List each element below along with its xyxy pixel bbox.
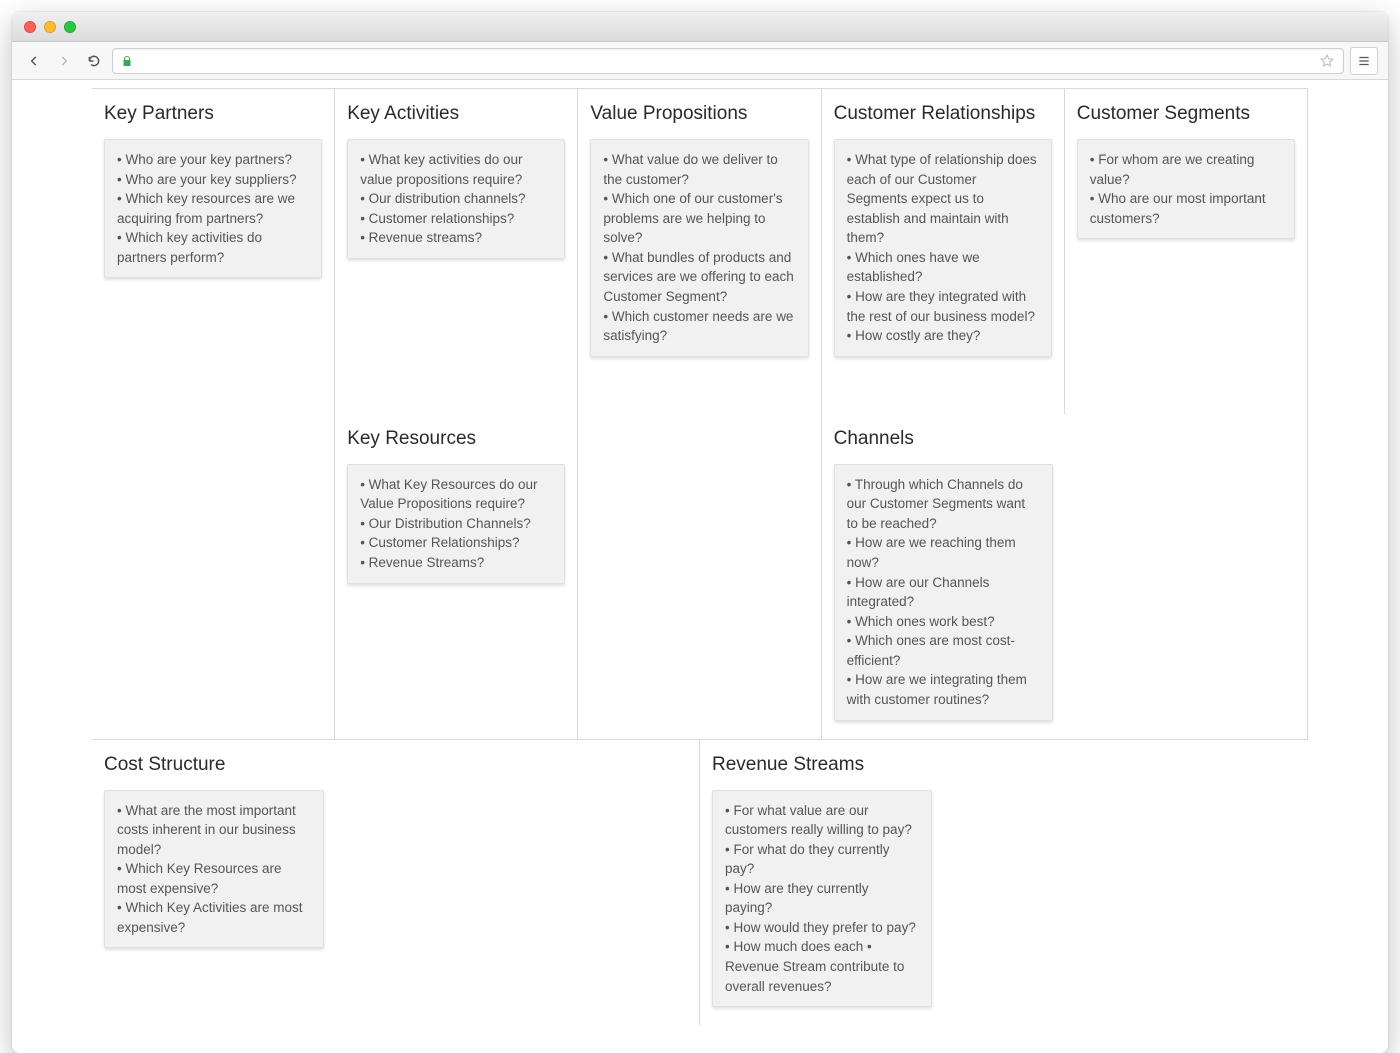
- card-cost-structure[interactable]: • What are the most important costs inhe…: [104, 790, 324, 949]
- card-line: • Our Distribution Channels?: [360, 514, 552, 534]
- card-value-propositions[interactable]: • What value do we deliver to the custom…: [590, 139, 808, 357]
- card-line: • For what value are our customers reall…: [725, 801, 919, 840]
- card-line: • Which key activities do partners perfo…: [117, 228, 309, 267]
- cell-customer-relationships: Customer Relationships • What type of re…: [822, 89, 1065, 414]
- traffic-lights: [24, 21, 76, 33]
- card-line: • How costly are they?: [847, 326, 1039, 346]
- heading-value-propositions: Value Propositions: [590, 103, 808, 125]
- card-line: • Which one of our customer's problems a…: [603, 189, 795, 248]
- card-line: • Who are your key suppliers?: [117, 170, 309, 190]
- card-line: • Through which Channels do our Customer…: [847, 475, 1040, 534]
- cell-value-propositions: Value Propositions • What value do we de…: [578, 89, 821, 739]
- back-button[interactable]: [22, 49, 46, 73]
- card-line: • Customer relationships?: [360, 209, 552, 229]
- card-line: • What bundles of products and services …: [603, 248, 795, 307]
- browser-toolbar: [12, 42, 1388, 80]
- heading-revenue-streams: Revenue Streams: [712, 754, 1296, 776]
- cell-key-activities: Key Activities • What key activities do …: [335, 89, 578, 414]
- hamburger-menu-icon[interactable]: [1350, 47, 1378, 75]
- card-line: • How are we reaching them now?: [847, 533, 1040, 572]
- canvas-bottom-row: Cost Structure • What are the most impor…: [92, 739, 1308, 1026]
- card-line: • How are we integrating them with custo…: [847, 670, 1040, 709]
- card-line: • Customer Relationships?: [360, 533, 552, 553]
- heading-key-resources: Key Resources: [347, 428, 565, 450]
- card-line: • Who are our most important customers?: [1090, 189, 1282, 228]
- title-bar: [12, 12, 1388, 42]
- lock-icon: [121, 55, 133, 67]
- cell-cost-structure: Cost Structure • What are the most impor…: [92, 740, 700, 1026]
- card-line: • Which key resources are we acquiring f…: [117, 189, 309, 228]
- card-line: • Which Key Resources are most expensive…: [117, 859, 311, 898]
- card-line: • Revenue streams?: [360, 228, 552, 248]
- minimize-icon[interactable]: [44, 21, 56, 33]
- card-line: • What are the most important costs inhe…: [117, 801, 311, 860]
- browser-window: Key Partners • Who are your key partners…: [12, 12, 1388, 1053]
- card-line: • Which ones work best?: [847, 612, 1040, 632]
- card-line: • How are our Channels integrated?: [847, 573, 1040, 612]
- cell-channels: Channels • Through which Channels do our…: [822, 414, 1065, 739]
- maximize-icon[interactable]: [64, 21, 76, 33]
- card-line: • How are they integrated with the rest …: [847, 287, 1039, 326]
- card-line: • How would they prefer to pay?: [725, 918, 919, 938]
- card-line: • How are they currently paying?: [725, 879, 919, 918]
- bookmark-star-icon[interactable]: [1319, 53, 1335, 69]
- card-revenue-streams[interactable]: • For what value are our customers reall…: [712, 790, 932, 1008]
- cell-revenue-streams: Revenue Streams • For what value are our…: [700, 740, 1308, 1026]
- card-line: • What type of relationship does each of…: [847, 150, 1039, 248]
- card-line: • How much does each • Revenue Stream co…: [725, 937, 919, 996]
- card-channels[interactable]: • Through which Channels do our Customer…: [834, 464, 1053, 721]
- cell-customer-segments: Customer Segments • For whom are we crea…: [1065, 89, 1308, 739]
- card-line: • Our distribution channels?: [360, 189, 552, 209]
- card-line: • Revenue Streams?: [360, 553, 552, 573]
- forward-button[interactable]: [52, 49, 76, 73]
- heading-cost-structure: Cost Structure: [104, 754, 687, 776]
- card-line: • What value do we deliver to the custom…: [603, 150, 795, 189]
- canvas-top-row: Key Partners • Who are your key partners…: [92, 88, 1308, 739]
- card-key-activities[interactable]: • What key activities do our value propo…: [347, 139, 565, 259]
- card-customer-relationships[interactable]: • What type of relationship does each of…: [834, 139, 1052, 357]
- address-bar[interactable]: [112, 48, 1344, 74]
- heading-customer-segments: Customer Segments: [1077, 103, 1295, 125]
- card-line: • What Key Resources do our Value Propos…: [360, 475, 552, 514]
- cell-key-partners: Key Partners • Who are your key partners…: [92, 89, 335, 739]
- reload-button[interactable]: [82, 49, 106, 73]
- card-line: • For what do they currently pay?: [725, 840, 919, 879]
- card-key-resources[interactable]: • What Key Resources do our Value Propos…: [347, 464, 565, 584]
- close-icon[interactable]: [24, 21, 36, 33]
- card-line: • For whom are we creating value?: [1090, 150, 1282, 189]
- cell-key-resources: Key Resources • What Key Resources do ou…: [335, 414, 578, 739]
- card-line: • What key activities do our value propo…: [360, 150, 552, 189]
- heading-channels: Channels: [834, 428, 1053, 450]
- card-line: • Who are your key partners?: [117, 150, 309, 170]
- card-line: • Which customer needs are we satisfying…: [603, 307, 795, 346]
- heading-customer-relationships: Customer Relationships: [834, 103, 1052, 125]
- heading-key-partners: Key Partners: [104, 103, 322, 125]
- page-content: Key Partners • Who are your key partners…: [12, 80, 1388, 1053]
- business-model-canvas: Key Partners • Who are your key partners…: [92, 80, 1308, 1053]
- card-customer-segments[interactable]: • For whom are we creating value?• Who a…: [1077, 139, 1295, 239]
- card-key-partners[interactable]: • Who are your key partners?• Who are yo…: [104, 139, 322, 278]
- card-line: • Which Key Activities are most expensiv…: [117, 898, 311, 937]
- heading-key-activities: Key Activities: [347, 103, 565, 125]
- card-line: • Which ones are most cost-efficient?: [847, 631, 1040, 670]
- card-line: • Which ones have we established?: [847, 248, 1039, 287]
